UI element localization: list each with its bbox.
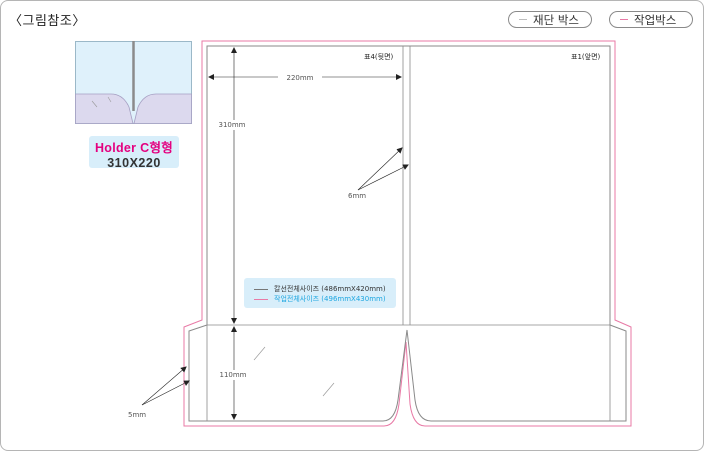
cut-size-row: 칼선전체사이즈 (486mmX420mm) [254,284,386,294]
work-size-row: 작업전체사이즈 (496mmX430mm) [254,294,386,304]
total-size-info-box: 칼선전체사이즈 (486mmX420mm) 작업전체사이즈 (496mmX430… [244,278,396,308]
die-cut-diagram: 220mm 310mm 110mm 6mm 5mm 표4(뒷면) 표1(앞면) [128,40,632,427]
card-slit-mark-1 [253,346,266,361]
cut-line-sample [254,288,268,290]
work-line-sample [254,298,268,300]
cut-size-label: 칼선전체사이즈 (486mmX420mm) [274,285,386,293]
spine-dimension-label: 6mm [348,192,366,200]
back-face-label: 표4(뒷면) [364,52,394,61]
spine-callout-line-2 [357,164,409,191]
margin-dimension-label: 5mm [128,411,146,419]
pocket-dimension-label: 110mm [220,371,247,379]
work-box-outline [183,40,632,427]
work-size-label: 작업전체사이즈 (496mmX430mm) [274,295,386,303]
spine-callout-line-1 [357,147,403,191]
height-dimension-label: 310mm [219,121,246,129]
width-dimension-label: 220mm [287,74,314,82]
card-slit-mark-2 [322,382,335,397]
front-face-label: 표1(앞면) [571,52,601,61]
